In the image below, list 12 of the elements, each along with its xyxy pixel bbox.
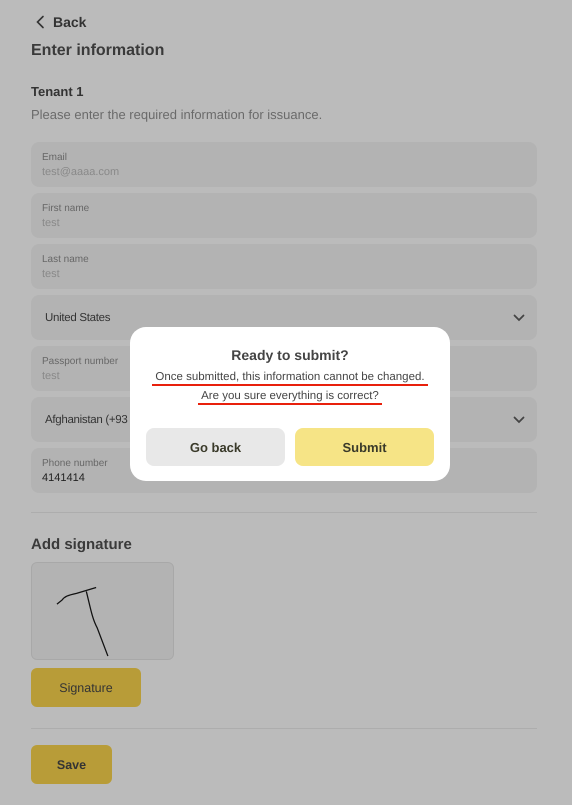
field-label: Passport number bbox=[42, 356, 118, 366]
field-label: Last name bbox=[42, 254, 89, 264]
section-title: Add signature bbox=[31, 536, 133, 553]
dialog-message: Are you sure everything is correct? bbox=[198, 390, 382, 405]
section-hint: Please enter the required information for issuance. bbox=[31, 107, 324, 122]
section-title: Tenant 1 bbox=[31, 84, 84, 99]
page-title: Enter information bbox=[31, 42, 166, 60]
field-label: Email bbox=[42, 152, 68, 162]
field-label: Phone number bbox=[42, 458, 108, 468]
field-label: First name bbox=[42, 202, 90, 214]
dialog-title: Ready to submit? bbox=[231, 347, 349, 363]
dialog-message: Once submitted, this information cannot be changed. bbox=[152, 371, 428, 386]
